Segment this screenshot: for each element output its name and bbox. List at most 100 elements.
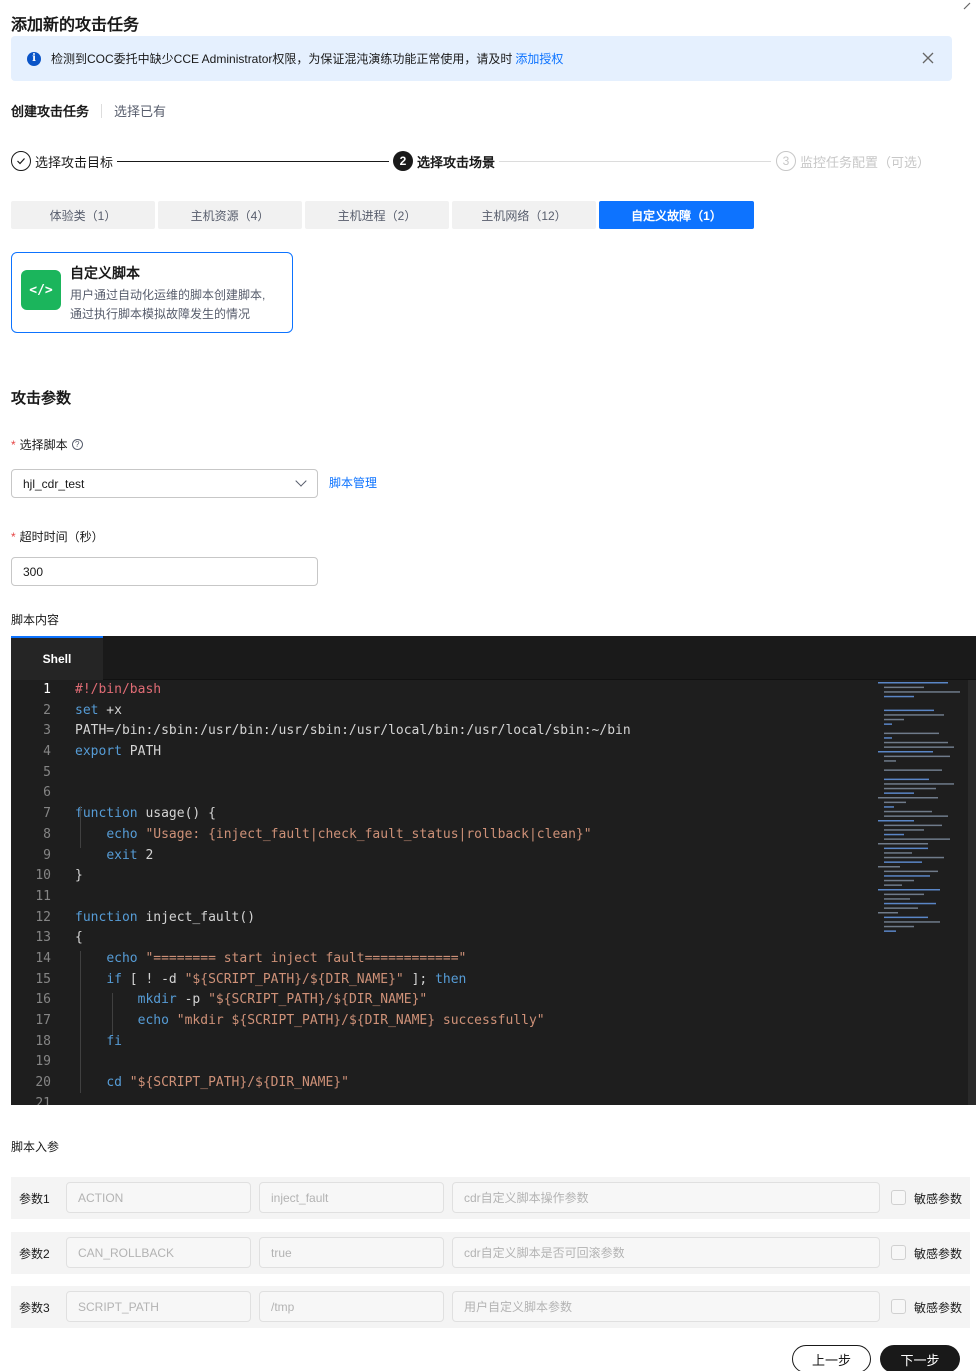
line-text: if [ ! -d "${SCRIPT_PATH}/${DIR_NAME}" ]… — [106, 971, 467, 987]
line-number: 9 — [43, 847, 51, 863]
minimap-line — [884, 737, 892, 739]
param-value-input[interactable]: true — [259, 1237, 444, 1268]
help-icon[interactable]: ? — [71, 439, 83, 450]
tab-host-network[interactable]: 主机网络（12） — [452, 201, 596, 229]
code-line: 17 echo "mkdir ${SCRIPT_PATH}/${DIR_NAME… — [11, 1011, 976, 1032]
code-line: 13 { — [11, 928, 976, 949]
param-key-input[interactable]: CAN_ROLLBACK — [66, 1237, 251, 1268]
tab-custom-fault[interactable]: 自定义故障（1） — [599, 201, 754, 229]
code-line: 6 — [11, 783, 976, 804]
minimap-line — [884, 884, 902, 886]
script-select[interactable]: hjl_cdr_test — [11, 469, 318, 498]
param-key-input[interactable]: ACTION — [66, 1182, 251, 1213]
minimap-line — [884, 732, 939, 735]
step-select-target[interactable]: 选择攻击目标 — [11, 151, 113, 171]
alert-close-icon[interactable] — [922, 48, 934, 69]
minimap-line — [884, 769, 942, 771]
param-desc-input[interactable]: cdr自定义脚本是否可回滚参数 — [452, 1237, 880, 1268]
minimap-line — [884, 695, 914, 698]
line-text: #!/bin/bash — [75, 682, 162, 697]
info-icon: i — [27, 51, 41, 66]
code-line: 14 echo "======== start inject fault====… — [11, 949, 976, 970]
line-text: exit 2 — [106, 847, 154, 863]
sensitive-checkbox[interactable] — [891, 1299, 906, 1314]
dialog-close-icon[interactable] — [962, 0, 976, 12]
previous-step-button[interactable]: 上一步 — [792, 1345, 871, 1371]
fault-category-tabs: 体验类（1） 主机资源（4） 主机进程（2） 主机网络（12） 自定义故障（1） — [11, 201, 757, 229]
minimap-line — [884, 801, 906, 804]
minimap-line — [884, 907, 918, 909]
sensitive-checkbox[interactable] — [891, 1245, 906, 1260]
minimap-line — [878, 889, 940, 891]
sensitive-label: 敏感参数 — [914, 1301, 963, 1315]
line-number: 16 — [35, 992, 51, 1008]
minimap-line — [884, 930, 896, 932]
permission-alert: i 检测到COC委托中缺少CCE Administrator权限，为保证混沌演练… — [11, 36, 952, 81]
param-name: 参数3 — [19, 1301, 50, 1315]
line-text: function inject_fault() — [75, 909, 256, 925]
sensitive-label: 敏感参数 — [914, 1247, 963, 1261]
next-step-button[interactable]: 下一步 — [880, 1345, 960, 1371]
line-number: 7 — [43, 806, 51, 822]
custom-script-card[interactable]: </> 自定义脚本 用户通过自动化运维的脚本创建脚本, 通过执行脚本模拟故障发生… — [11, 252, 293, 333]
tab-host-process[interactable]: 主机进程（2） — [305, 201, 449, 229]
line-number: 13 — [35, 930, 51, 946]
param-desc-input[interactable]: 用户自定义脚本参数 — [452, 1291, 880, 1322]
param-row: 参数1 ACTION inject_fault cdr自定义脚本操作参数 敏感参… — [11, 1177, 970, 1219]
script-content-label: 脚本内容 — [11, 613, 60, 627]
tab-select-existing[interactable]: 选择已有 — [114, 101, 166, 120]
param-value-input[interactable]: /tmp — [259, 1291, 444, 1322]
step-label: 选择攻击目标 — [35, 154, 114, 170]
minimap-line — [884, 838, 950, 840]
editor-scrollbar[interactable] — [968, 680, 976, 1105]
code-line: 16 mkdir -p "${SCRIPT_PATH}/${DIR_NAME}" — [11, 990, 976, 1011]
tab-shell[interactable]: Shell — [11, 636, 103, 680]
tab-create-attack-task[interactable]: 创建攻击任务 — [11, 101, 89, 120]
indent-guide — [80, 951, 81, 1093]
tab-experience[interactable]: 体验类（1） — [11, 201, 155, 229]
minimap-line — [884, 778, 929, 781]
minimap-line — [884, 787, 936, 790]
chevron-down-icon — [295, 475, 307, 487]
minimap-line — [884, 902, 936, 905]
minimap-line — [884, 879, 914, 882]
line-number: 10 — [35, 868, 51, 884]
step-select-scenario[interactable]: 2 选择攻击场景 — [393, 151, 495, 171]
step-label: 选择攻击场景 — [417, 154, 496, 170]
param-desc-input[interactable]: cdr自定义脚本操作参数 — [452, 1182, 880, 1213]
line-number: 1 — [43, 682, 51, 697]
tab-host-resource[interactable]: 主机资源（4） — [158, 201, 302, 229]
minimap-line — [878, 682, 948, 684]
code-minimap[interactable] — [876, 680, 968, 940]
minimap-line — [884, 806, 894, 808]
minimap-line — [884, 691, 960, 693]
param-value-input[interactable]: inject_fault — [259, 1182, 444, 1213]
minimap-line — [884, 709, 934, 712]
param-key-input[interactable]: SCRIPT_PATH — [66, 1291, 251, 1322]
line-number: 8 — [43, 826, 51, 842]
line-text: export PATH — [75, 744, 162, 760]
minimap-line — [884, 852, 912, 854]
minimap-line — [884, 856, 944, 859]
minimap-line — [884, 861, 922, 863]
indent-guide — [80, 806, 81, 848]
step-monitor-config[interactable]: 3 监控任务配置（可选） — [776, 151, 930, 171]
timeout-label: * 超时时间（秒） — [11, 528, 104, 545]
minimap-line — [878, 820, 914, 822]
code-area[interactable]: 1 #!/bin/bash 2 set +x 3 PATH=/bin:/sbin:/usr… — [11, 680, 976, 1105]
label-text: 超时时间（秒） — [19, 530, 104, 544]
line-text: mkdir -p "${SCRIPT_PATH}/${DIR_NAME}" — [137, 992, 428, 1008]
timeout-input[interactable]: 300 — [11, 557, 318, 586]
script-management-link[interactable]: 脚本管理 — [329, 474, 377, 491]
param-name: 参数1 — [19, 1192, 50, 1206]
line-text: fi — [106, 1033, 122, 1049]
step-number: 2 — [393, 151, 413, 171]
line-text: cd "${SCRIPT_PATH}/${DIR_NAME}" — [106, 1075, 349, 1091]
script-code-editor[interactable]: Shell 1 #!/bin/bash 2 set +x 3 PATH=/bin:/sbi… — [11, 636, 976, 1105]
label-text: 选择脚本 — [19, 438, 68, 452]
code-line: 20 cd "${SCRIPT_PATH}/${DIR_NAME}" — [11, 1073, 976, 1094]
add-authorization-link[interactable]: 添加授权 — [515, 50, 563, 67]
sensitive-checkbox[interactable] — [891, 1190, 906, 1205]
minimap-line — [884, 898, 910, 900]
line-number: 20 — [35, 1075, 51, 1091]
